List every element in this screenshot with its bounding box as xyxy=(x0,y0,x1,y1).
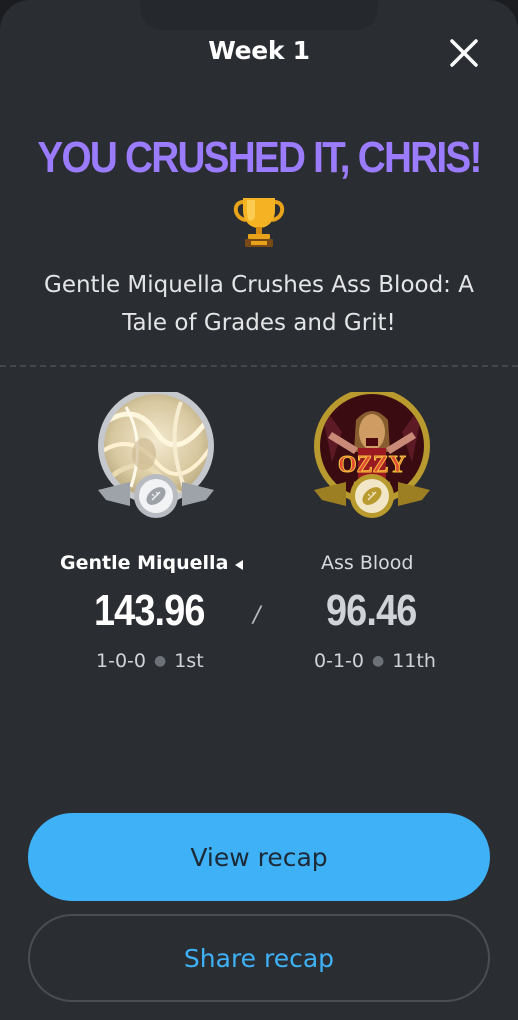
team-b-name[interactable]: Ass Blood xyxy=(321,552,413,574)
result-headline: YOU CRUSHED IT, CHRIS! xyxy=(37,133,482,182)
score-separator: / xyxy=(253,603,261,628)
team-a-score: 143.96 xyxy=(94,586,205,635)
team-a-name[interactable]: Gentle Miquella xyxy=(60,552,228,574)
team-a-avatar[interactable] xyxy=(86,392,226,532)
team-b-record: 0-1-0 xyxy=(314,650,364,672)
recap-sheet: Week 1 YOU CRUSHED IT, CHRIS! Gentle Miq… xyxy=(0,0,518,1020)
team-b-avatar[interactable]: OZZY ~ ~ ~ ~ ~ xyxy=(302,392,442,532)
team-a-record: 1-0-0 xyxy=(96,650,146,672)
team-b-score: 96.46 xyxy=(326,586,417,635)
close-button[interactable] xyxy=(444,33,484,73)
team-a-record-line: 1-0-0 ● 1st xyxy=(96,650,204,672)
sheet-top-notch xyxy=(140,0,378,30)
week-title: Week 1 xyxy=(208,36,310,65)
section-divider xyxy=(0,365,518,367)
user-team-pointer-icon xyxy=(235,560,243,570)
trophy-icon xyxy=(233,198,285,247)
close-icon xyxy=(450,39,478,67)
dot-separator: ● xyxy=(153,653,167,669)
team-a-rank: 1st xyxy=(174,650,204,672)
recap-summary: Gentle Miquella Crushes Ass Blood: A Tal… xyxy=(44,272,474,336)
view-recap-button[interactable]: View recap xyxy=(28,813,490,901)
team-b-record-line: 0-1-0 ● 11th xyxy=(314,650,436,672)
share-recap-button[interactable]: Share recap xyxy=(28,914,490,1002)
dot-separator: ● xyxy=(371,653,385,669)
team-b-rank: 11th xyxy=(392,650,436,672)
